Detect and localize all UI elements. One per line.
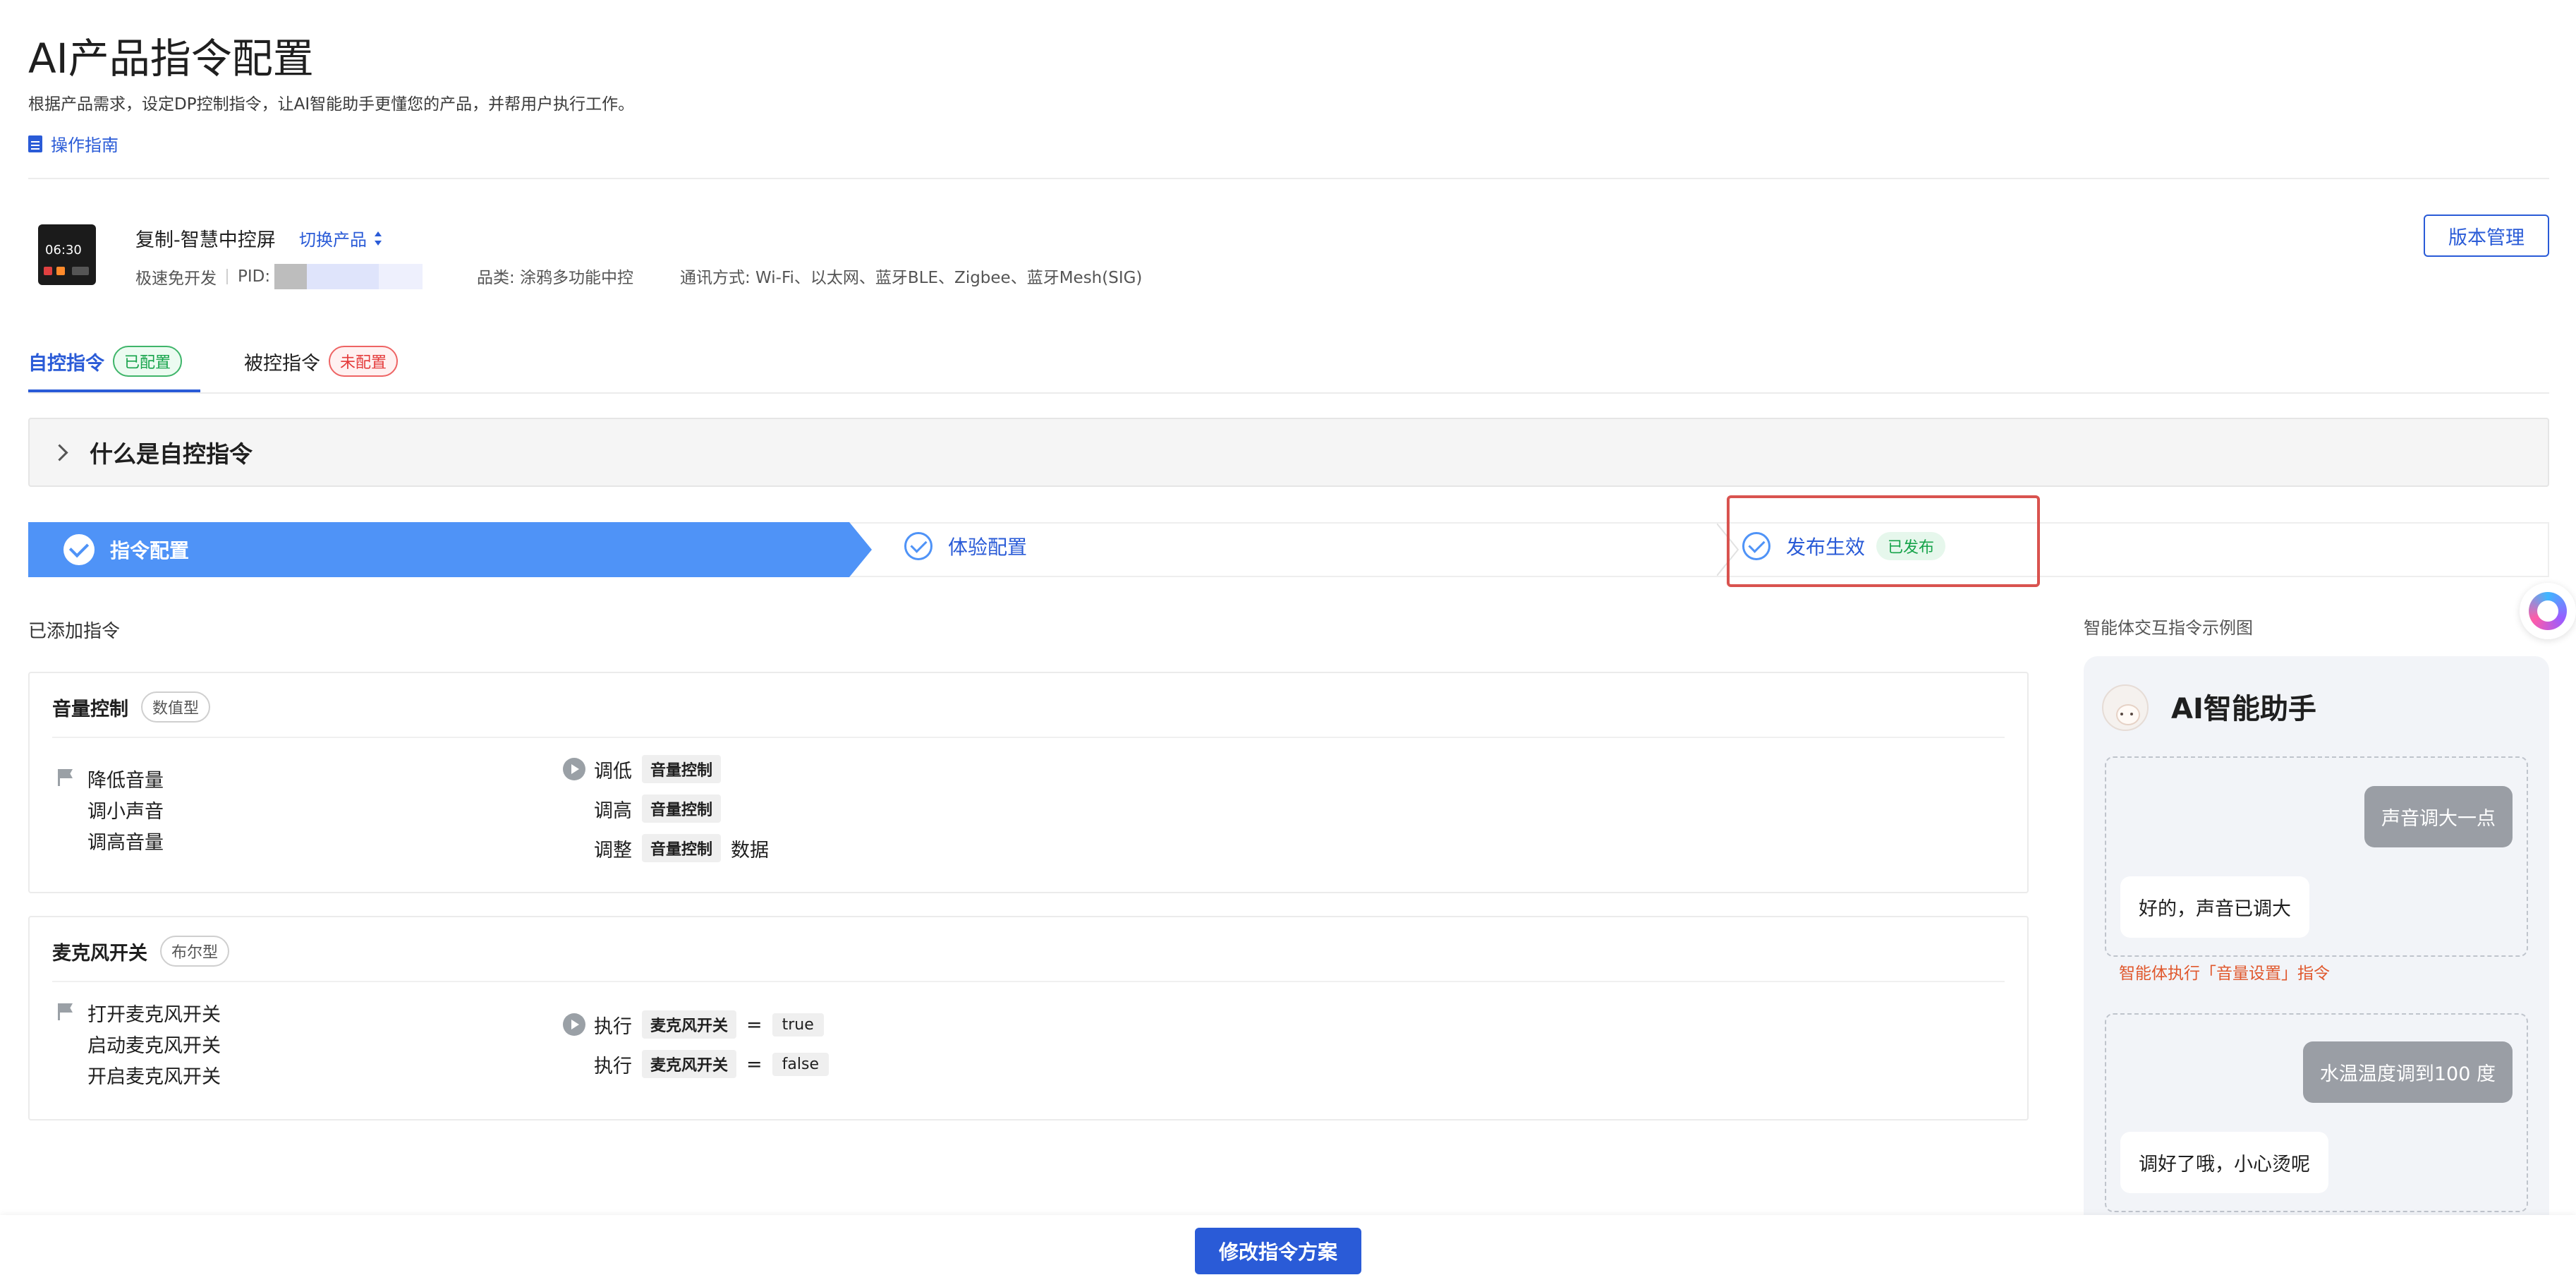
dp-tag: 麦克风开关 — [642, 1050, 737, 1078]
guide-link-label: 操作指南 — [51, 135, 119, 155]
check-circle-icon — [904, 532, 932, 560]
product-name: 复制-智慧中控屏 — [135, 229, 276, 251]
switch-product-label: 切换产品 — [299, 230, 367, 250]
flag-icon — [58, 769, 73, 786]
modify-command-plan-button[interactable]: 修改指令方案 — [1195, 1228, 1361, 1274]
dp-tag: 麦克风开关 — [642, 1010, 737, 1039]
product-communication: 通讯方式: Wi-Fi、以太网、蓝牙BLE、Zigbee、蓝牙Mesh(SIG) — [680, 269, 1143, 287]
trigger-phrase: 启动麦克风开关 — [87, 1035, 221, 1057]
chevron-right-icon — [51, 443, 68, 461]
action-row: 执行 麦克风开关 = true — [594, 1010, 824, 1039]
value-tag: false — [772, 1052, 829, 1076]
assistant-name: AI智能助手 — [2171, 693, 2316, 725]
action-row: 调整 音量控制 数据 — [594, 834, 769, 862]
dev-mode: 极速免开发 — [135, 270, 217, 288]
version-management-button[interactable]: 版本管理 — [2424, 214, 2549, 257]
status-badge: 未配置 — [329, 346, 399, 377]
product-thumbnail: 06:30 — [38, 224, 96, 285]
pid-label: PID: — [238, 267, 271, 286]
tab-divider — [28, 392, 2549, 394]
tab-label: 被控指令 — [244, 352, 320, 375]
check-circle-icon — [63, 534, 95, 565]
steps-bar: 指令配置 体验配置 发布生效 已发布 — [28, 522, 2549, 577]
action-suffix: 数据 — [731, 839, 770, 862]
status-badge: 已配置 — [113, 346, 183, 377]
command-type-tag: 布尔型 — [160, 936, 230, 967]
product-meta: 极速免开发 PID: — [135, 264, 423, 289]
tab-self-control[interactable]: 自控指令 已配置 — [28, 346, 183, 377]
tab-label: 自控指令 — [28, 352, 104, 375]
what-is-collapse[interactable]: 什么是自控指令 — [28, 418, 2549, 487]
flag-icon — [58, 1003, 73, 1020]
equals-sign: = — [746, 1053, 763, 1075]
pid-redacted — [274, 264, 423, 289]
guide-link[interactable]: 操作指南 — [28, 131, 119, 156]
document-icon — [28, 135, 42, 152]
step-experience-config[interactable]: 体验配置 — [904, 532, 1027, 560]
value-tag: true — [772, 1013, 824, 1037]
assistant-logo-icon — [2529, 592, 2567, 630]
collapse-label: 什么是自控指令 — [90, 440, 253, 468]
action-verb: 执行 — [594, 1015, 632, 1038]
step-label: 体验配置 — [948, 536, 1028, 559]
switch-product-link[interactable]: 切换产品 — [299, 226, 382, 250]
action-row: 执行 麦克风开关 = false — [594, 1050, 829, 1078]
floating-assistant-button[interactable] — [2520, 583, 2576, 639]
dialog-example: 水温温度调到100 度 调好了哦，小心烫呢 — [2105, 1013, 2528, 1212]
trigger-phrase: 打开麦克风开关 — [87, 1004, 221, 1026]
highlight-annotation-box — [1727, 495, 2040, 587]
example-title: 智能体交互指令示例图 — [2084, 618, 2253, 638]
tab-passive-control[interactable]: 被控指令 未配置 — [244, 346, 399, 377]
added-commands-title: 已添加指令 — [28, 621, 121, 642]
action-verb: 调高 — [594, 799, 632, 822]
command-title: 麦克风开关 — [52, 942, 147, 965]
play-icon — [563, 1013, 585, 1036]
page-description: 根据产品需求，设定DP控制指令，让AI智能助手更懂您的产品，并帮用户执行工作。 — [28, 95, 635, 114]
dp-tag: 音量控制 — [642, 794, 722, 823]
bot-bubble: 好的，声音已调大 — [2120, 876, 2309, 938]
play-icon — [563, 758, 585, 780]
step-label: 指令配置 — [110, 539, 190, 562]
bottom-action-bar: 修改指令方案 — [0, 1215, 2576, 1287]
user-bubble: 声音调大一点 — [2364, 786, 2513, 847]
action-verb: 执行 — [594, 1055, 632, 1077]
command-card: 麦克风开关 布尔型 打开麦克风开关 启动麦克风开关 开启麦克风开关 执行 麦克风… — [28, 916, 2029, 1120]
action-verb: 调整 — [594, 839, 632, 862]
header-divider — [28, 178, 2549, 179]
product-category: 品类: 涂鸦多功能中控 — [477, 269, 634, 287]
command-card: 音量控制 数值型 降低音量 调小声音 调高音量 调低 音量控制 调高 音量控制 … — [28, 672, 2029, 893]
sort-arrows-icon — [374, 231, 382, 246]
execution-note: 智能体执行「音量设置」指令 — [2119, 965, 2330, 983]
page-title: AI产品指令配置 — [28, 35, 314, 83]
user-bubble: 水温温度调到100 度 — [2302, 1041, 2513, 1103]
equals-sign: = — [746, 1013, 763, 1036]
step-command-config[interactable]: 指令配置 — [28, 522, 872, 577]
trigger-phrase: 降低音量 — [87, 770, 164, 792]
trigger-phrase: 调高音量 — [87, 832, 164, 854]
active-tab-indicator — [28, 389, 200, 392]
thumbnail-time: 06:30 — [45, 243, 82, 258]
example-panel: AI智能助手 声音调大一点 好的，声音已调大 智能体执行「音量设置」指令 水温温… — [2084, 656, 2549, 1287]
trigger-phrase: 开启麦克风开关 — [87, 1066, 221, 1088]
action-row: 调高 音量控制 — [594, 794, 722, 823]
command-title: 音量控制 — [52, 698, 128, 720]
trigger-phrase: 调小声音 — [87, 801, 164, 823]
bot-bubble: 调好了哦，小心烫呢 — [2120, 1132, 2328, 1193]
dialog-example: 声音调大一点 好的，声音已调大 — [2105, 756, 2528, 957]
dp-tag: 音量控制 — [642, 834, 722, 862]
dp-tag: 音量控制 — [642, 755, 722, 783]
action-row: 调低 音量控制 — [594, 755, 722, 783]
command-type-tag: 数值型 — [141, 691, 211, 723]
action-verb: 调低 — [594, 760, 632, 783]
assistant-avatar — [2102, 684, 2149, 731]
